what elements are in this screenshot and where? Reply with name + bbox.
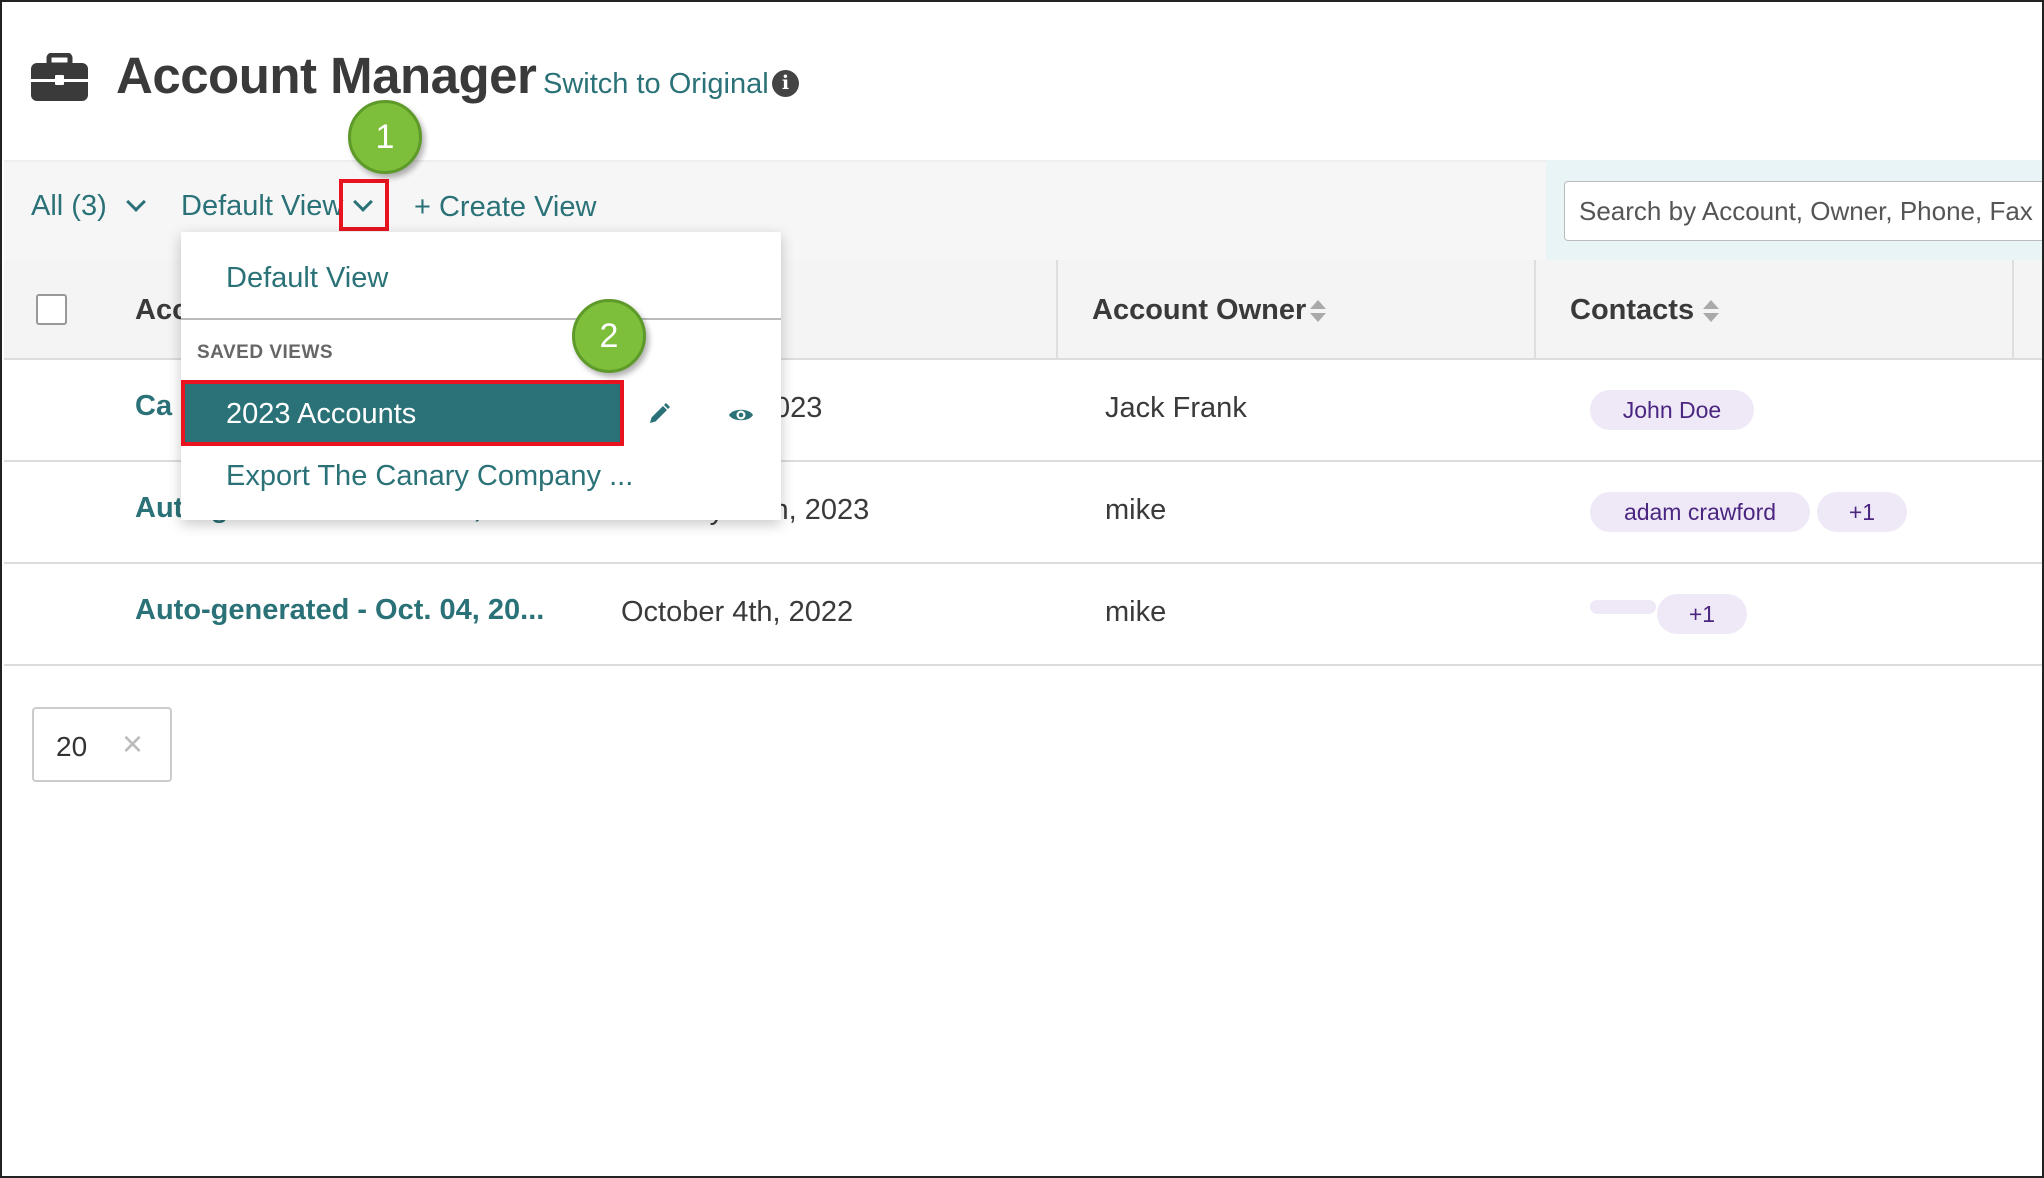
search-input[interactable] bbox=[1564, 181, 2042, 241]
page-size-select[interactable]: 20 × bbox=[32, 707, 172, 782]
column-divider bbox=[1534, 260, 1536, 360]
account-owner-cell: mike bbox=[1105, 596, 1167, 628]
page-size-value: 20 bbox=[56, 731, 88, 762]
date-cell: 023 bbox=[774, 392, 823, 424]
menu-item-saved-view-active[interactable]: 2023 Accounts bbox=[181, 380, 624, 446]
account-name-link[interactable]: Ca bbox=[135, 390, 172, 423]
step-callout-1: 1 bbox=[348, 100, 422, 174]
all-filter-count: (3) bbox=[71, 190, 107, 222]
sort-down-icon bbox=[1310, 313, 1326, 322]
switch-to-original-link[interactable]: Switch to Original bbox=[543, 68, 769, 101]
current-view-label[interactable]: Default View bbox=[181, 190, 343, 223]
all-filter-label: All bbox=[31, 190, 64, 222]
all-filter-dropdown[interactable]: All (3) bbox=[31, 190, 146, 223]
eye-icon[interactable] bbox=[728, 406, 754, 424]
menu-divider bbox=[181, 318, 781, 320]
account-owner-cell: mike bbox=[1105, 494, 1167, 526]
more-contacts-chip[interactable]: +1 bbox=[1657, 594, 1747, 634]
view-dropdown-toggle[interactable] bbox=[339, 179, 389, 231]
sort-down-icon bbox=[1703, 313, 1719, 322]
menu-item-default-view[interactable]: Default View bbox=[226, 262, 388, 295]
info-icon[interactable]: i bbox=[772, 70, 799, 97]
column-divider bbox=[2012, 260, 2014, 360]
menu-item-saved-view[interactable]: Export The Canary Company ... bbox=[226, 460, 633, 493]
page-title: Account Manager bbox=[116, 47, 537, 104]
close-icon[interactable]: × bbox=[122, 723, 143, 765]
more-contacts-chip[interactable]: +1 bbox=[1817, 492, 1907, 532]
sort-up-icon bbox=[1703, 300, 1719, 309]
pencil-icon[interactable] bbox=[647, 402, 671, 426]
chevron-down-icon bbox=[125, 192, 146, 212]
column-divider bbox=[1056, 260, 1058, 360]
contact-chip[interactable]: adam crawford bbox=[1590, 492, 1810, 532]
account-name-link[interactable]: Auto-generated - Oct. 04, 20... bbox=[135, 594, 544, 627]
saved-view-label: 2023 Accounts bbox=[226, 398, 417, 430]
select-all-checkbox[interactable] bbox=[36, 294, 67, 325]
view-dropdown-menu: Default View SAVED VIEWS 2023 Accounts E… bbox=[181, 232, 781, 520]
account-owner-cell: Jack Frank bbox=[1105, 392, 1247, 424]
briefcase-icon bbox=[31, 53, 88, 101]
chevron-down-icon bbox=[353, 192, 373, 212]
step-callout-2: 2 bbox=[572, 299, 646, 373]
contact-chip[interactable]: John Doe bbox=[1590, 390, 1754, 430]
saved-views-heading: SAVED VIEWS bbox=[197, 342, 334, 363]
sort-up-icon bbox=[1310, 300, 1326, 309]
column-header-contacts[interactable]: Contacts bbox=[1570, 294, 1694, 327]
contact-chip[interactable] bbox=[1590, 600, 1656, 614]
column-header-account-owner[interactable]: Account Owner bbox=[1092, 294, 1306, 327]
create-view-button[interactable]: + Create View bbox=[414, 191, 596, 224]
table-row[interactable]: Auto-generated - Oct. 04, 20... October … bbox=[4, 564, 2042, 666]
app-frame: Account Manager Switch to Original i All… bbox=[0, 0, 2044, 1178]
date-cell: October 4th, 2022 bbox=[621, 596, 854, 628]
